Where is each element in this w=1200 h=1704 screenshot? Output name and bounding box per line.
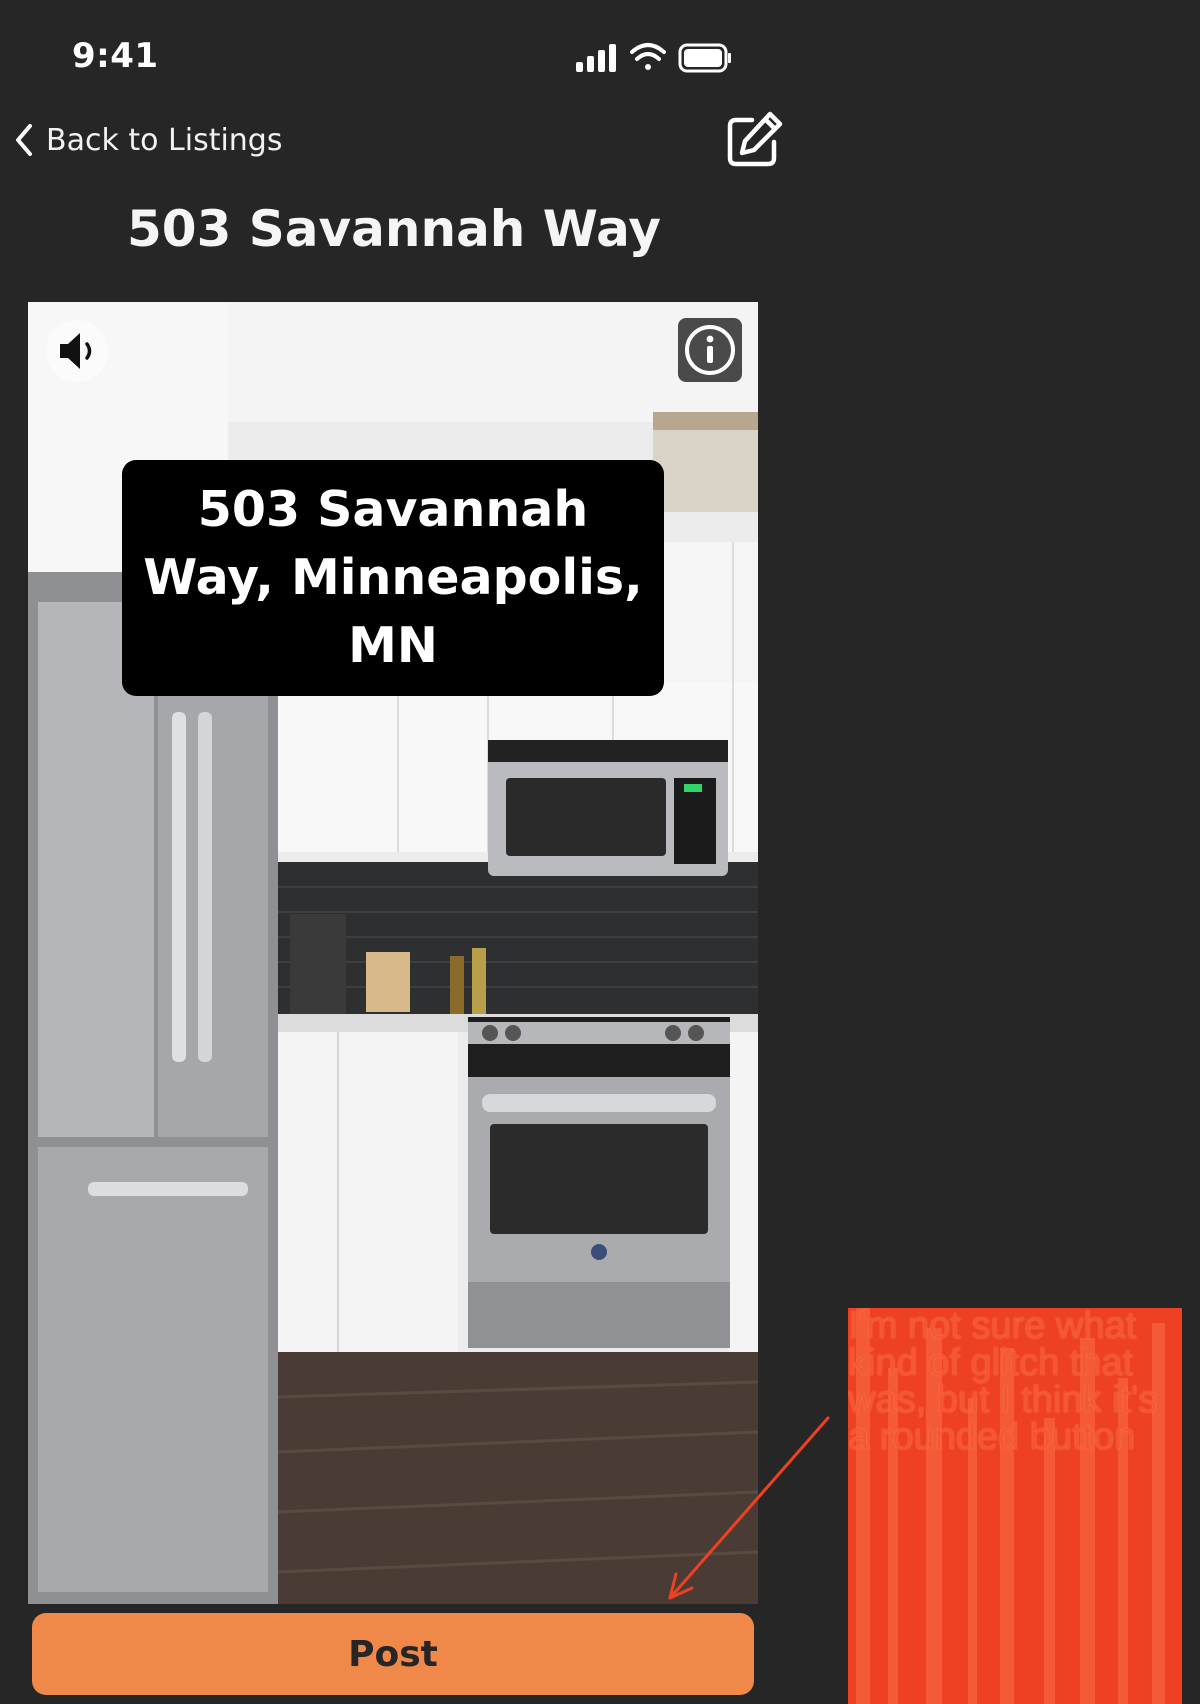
speaker-icon <box>60 333 92 369</box>
info-button[interactable] <box>678 318 742 382</box>
sound-toggle-button[interactable] <box>46 320 108 382</box>
info-icon <box>685 325 735 375</box>
nav-bar: Back to Listings <box>0 110 790 170</box>
status-icons <box>576 43 731 73</box>
listing-media[interactable]: 503 Savannah Way, Minneapolis, MN <box>28 302 758 1604</box>
wifi-icon <box>630 43 666 70</box>
back-to-listings-link[interactable]: Back to Listings <box>12 110 282 170</box>
page-title: 503 Savannah Way <box>127 200 661 258</box>
cellular-signal-icon <box>576 44 616 72</box>
edit-icon[interactable] <box>722 108 786 172</box>
annotation-arrow-icon <box>668 1416 830 1600</box>
address-overlay: 503 Savannah Way, Minneapolis, MN <box>122 460 664 696</box>
chevron-left-icon <box>16 124 32 156</box>
status-time: 9:41 <box>72 36 159 76</box>
annotation-note: I'm not sure what kind of glitch that wa… <box>848 1308 1182 1704</box>
status-bar: 9:41 <box>0 0 790 115</box>
back-label: Back to Listings <box>46 122 283 158</box>
post-button[interactable]: Post <box>32 1613 754 1695</box>
battery-icon <box>678 43 731 73</box>
annotation-text: I'm not sure what kind of glitch that wa… <box>848 1308 1158 1458</box>
